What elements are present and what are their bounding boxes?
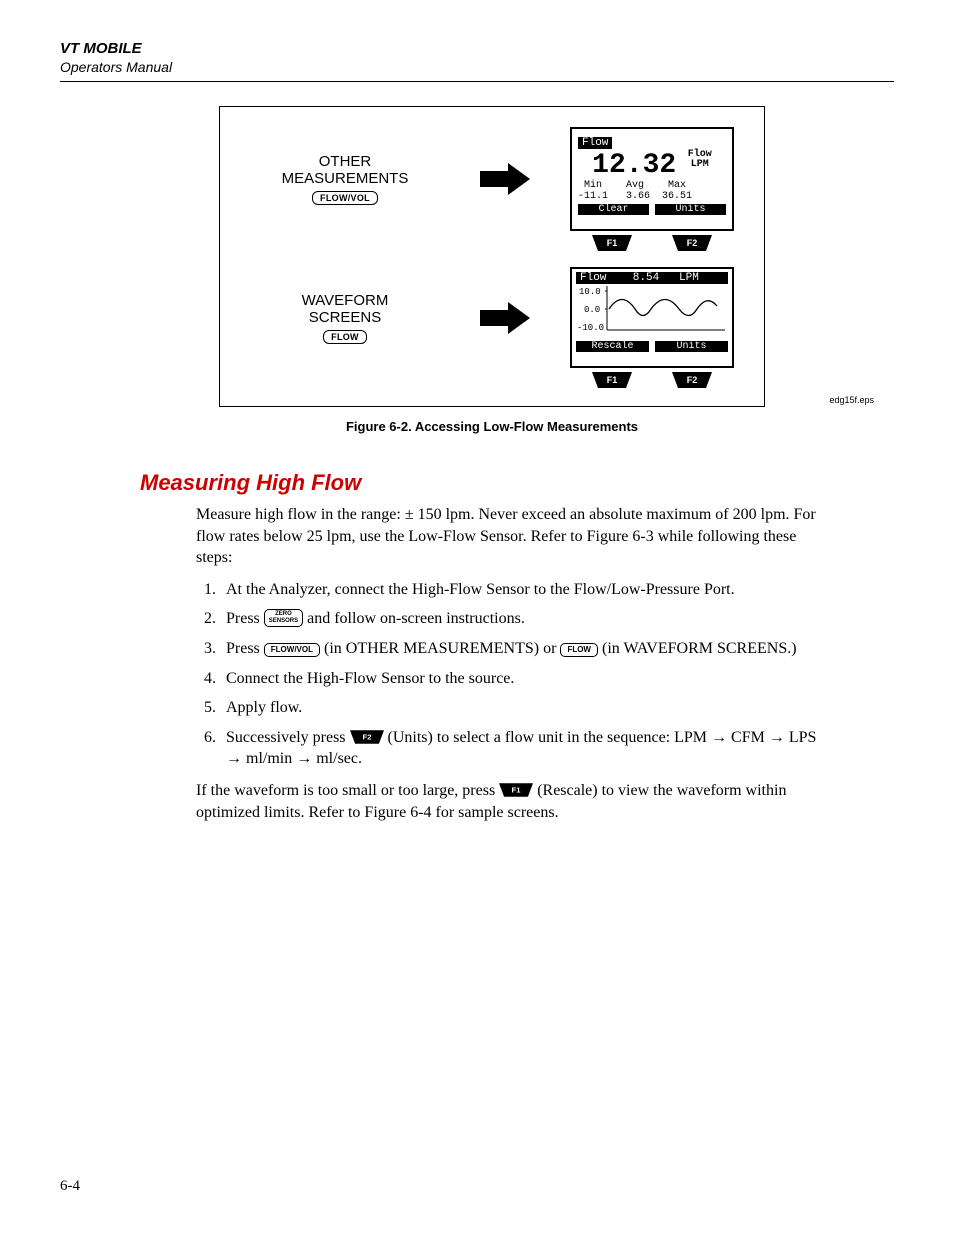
step-1: At the Analyzer, connect the High-Flow S… xyxy=(220,579,824,601)
screen-title: Flow xyxy=(578,137,612,149)
eps-filename: edg15f.eps xyxy=(829,395,874,405)
label-line: SCREENS xyxy=(309,309,382,326)
svg-text:F1: F1 xyxy=(512,785,522,794)
step-5: Apply flow. xyxy=(220,697,824,719)
figure-box: OTHER MEASUREMENTS FLOW/VOL Flow 12.32 F… xyxy=(219,106,765,407)
units-softkey: Units xyxy=(655,204,726,215)
f1-key-icon: F1 xyxy=(499,782,533,798)
outro-paragraph: If the waveform is too small or too larg… xyxy=(196,780,824,823)
fkey-row: F1 F2 xyxy=(572,372,732,388)
figure-row-2: WAVEFORM SCREENS FLOW Flow 8.54 LPM 10.0… xyxy=(250,267,734,368)
page-number: 6-4 xyxy=(60,1178,80,1195)
header-rule xyxy=(60,81,894,82)
page: VT MOBILE Operators Manual OTHER MEASURE… xyxy=(0,0,954,1235)
header-subtitle: Operators Manual xyxy=(60,59,894,75)
steps-list: At the Analyzer, connect the High-Flow S… xyxy=(196,579,824,770)
stat-labels: Min Avg Max xyxy=(578,180,726,191)
zero-sensors-button-icon: ZEROSENSORS xyxy=(264,609,303,627)
intro-paragraph: Measure high flow in the range: ± 150 lp… xyxy=(196,504,824,569)
figure-row-1: OTHER MEASUREMENTS FLOW/VOL Flow 12.32 F… xyxy=(250,127,734,231)
flow-value: 12.32 xyxy=(592,152,676,180)
flow-unit: FlowLPM xyxy=(688,150,712,170)
waveform-plot-icon: 10.0 0.0 -10.0 xyxy=(576,284,728,334)
svg-text:-10.0: -10.0 xyxy=(577,323,604,333)
waveform-screens-block: WAVEFORM SCREENS FLOW xyxy=(250,292,440,344)
flow-button-icon: FLOW xyxy=(560,643,598,657)
f1-key-icon: F1 xyxy=(592,372,632,388)
stat-values: -11.1 3.66 36.51 xyxy=(578,191,726,202)
softkey-row: Clear Units xyxy=(578,204,726,215)
other-measurements-block: OTHER MEASUREMENTS FLOW/VOL xyxy=(250,153,440,205)
device-screen-waveform: Flow 8.54 LPM 10.0 0.0 -10.0 xyxy=(570,267,734,368)
rescale-softkey: Rescale xyxy=(576,341,649,352)
figure-caption: Figure 6-2. Accessing Low-Flow Measureme… xyxy=(150,419,834,434)
f2-key-icon: F2 xyxy=(672,235,712,251)
svg-text:F2: F2 xyxy=(687,375,698,385)
step-4: Connect the High-Flow Sensor to the sour… xyxy=(220,668,824,690)
flow-button-icon: FLOW xyxy=(323,330,367,344)
units-softkey: Units xyxy=(655,341,728,352)
svg-text:F1: F1 xyxy=(607,375,618,385)
section-heading: Measuring High Flow xyxy=(140,470,894,496)
svg-text:F1: F1 xyxy=(607,238,618,248)
clear-softkey: Clear xyxy=(578,204,649,215)
svg-text:F2: F2 xyxy=(687,238,698,248)
label-line: OTHER xyxy=(319,153,372,170)
step-6: Successively press F2 (Units) to select … xyxy=(220,727,824,770)
page-header: VT MOBILE Operators Manual xyxy=(60,40,894,82)
arrow-right-icon xyxy=(480,302,530,334)
f2-key-icon: F2 xyxy=(672,372,712,388)
fkey-row: F1 F2 xyxy=(572,235,732,251)
body-text: Measure high flow in the range: ± 150 lp… xyxy=(196,504,824,823)
flowvol-button-icon: FLOW/VOL xyxy=(312,191,378,205)
label-line: WAVEFORM xyxy=(302,292,389,309)
step-3: Press FLOW/VOL (in OTHER MEASUREMENTS) o… xyxy=(220,638,824,660)
arrow-right-icon xyxy=(480,163,530,195)
waveform-header: Flow 8.54 LPM xyxy=(576,272,728,284)
header-title: VT MOBILE xyxy=(60,40,894,57)
step-2: Press ZEROSENSORS and follow on-screen i… xyxy=(220,608,824,630)
f1-key-icon: F1 xyxy=(592,235,632,251)
softkey-row: Rescale Units xyxy=(576,341,728,352)
device-screen-flow: Flow 12.32 FlowLPM Min Avg Max -11.1 3.6… xyxy=(570,127,734,231)
f2-key-icon: F2 xyxy=(350,729,384,745)
svg-text:0.0: 0.0 xyxy=(584,305,600,315)
label-line: MEASUREMENTS xyxy=(282,170,409,187)
svg-text:10.0: 10.0 xyxy=(579,287,601,297)
figure-6-2: OTHER MEASUREMENTS FLOW/VOL Flow 12.32 F… xyxy=(150,106,834,434)
svg-text:F2: F2 xyxy=(362,732,371,741)
flowvol-button-icon: FLOW/VOL xyxy=(264,643,320,657)
